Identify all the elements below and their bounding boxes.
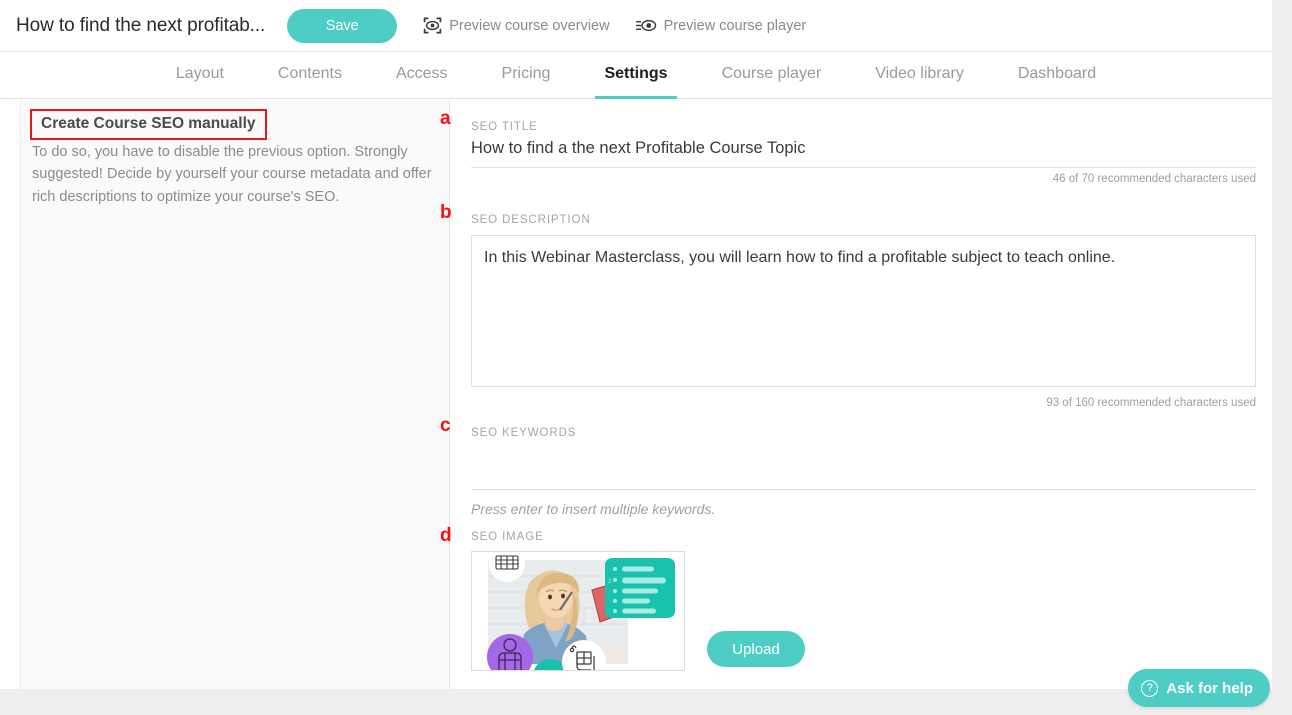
tab-pricing[interactable]: Pricing [475, 52, 578, 99]
tab-video-library[interactable]: Video library [848, 52, 991, 99]
seo-form: a SEO TITLE 46 of 70 recommended charact… [440, 99, 1272, 689]
seo-image-row: 2 Upload [471, 551, 805, 671]
top-bar: How to find the next profitab... Save Pr… [0, 0, 1272, 52]
seo-description-textarea[interactable] [471, 235, 1256, 387]
seo-description-label: SEO DESCRIPTION [471, 214, 591, 226]
seo-title-counter: 46 of 70 recommended characters used [1052, 173, 1256, 185]
ask-for-help-button[interactable]: ? Ask for help [1128, 669, 1270, 707]
tab-settings[interactable]: Settings [577, 52, 694, 99]
tab-access[interactable]: Access [369, 52, 475, 99]
question-mark-icon: ? [1141, 679, 1159, 697]
annotation-a: a [440, 108, 451, 129]
ask-for-help-label: Ask for help [1166, 679, 1253, 697]
seo-title-input[interactable] [471, 133, 1256, 168]
eye-in-frame-icon [423, 16, 442, 35]
preview-course-overview-button[interactable]: Preview course overview [423, 16, 610, 35]
page-title: How to find the next profitab... [16, 14, 266, 36]
annotation-c: c [440, 415, 451, 436]
tab-bar: Layout Contents Access Pricing Settings … [0, 52, 1272, 99]
upload-button[interactable]: Upload [707, 631, 805, 667]
tab-layout[interactable]: Layout [149, 52, 251, 99]
tab-dashboard[interactable]: Dashboard [991, 52, 1123, 99]
preview-course-player-button[interactable]: Preview course player [635, 17, 807, 34]
tab-course-player[interactable]: Course player [695, 52, 849, 99]
seo-title-label: SEO TITLE [471, 121, 538, 133]
seo-keywords-hint: Press enter to insert multiple keywords. [471, 501, 716, 517]
seo-keywords-label: SEO KEYWORDS [471, 427, 577, 439]
preview-course-player-label: Preview course player [663, 17, 807, 34]
create-course-seo-manually-heading: Create Course SEO manually [30, 109, 267, 140]
save-button[interactable]: Save [287, 8, 398, 43]
seo-keywords-input[interactable] [471, 439, 1256, 490]
app-root: How to find the next profitab... Save Pr… [0, 0, 1292, 715]
eye-lines-icon [635, 17, 657, 34]
svg-text:2: 2 [608, 578, 612, 585]
sidebar-description: To do so, you have to disable the previo… [32, 144, 432, 205]
annotation-d: d [440, 525, 452, 546]
annotation-b: b [440, 202, 452, 223]
seo-image-thumbnail[interactable]: 2 [471, 551, 685, 671]
settings-sidebar: Create Course SEO manually To do so, you… [20, 99, 450, 689]
seo-description-counter: 93 of 160 recommended characters used [1046, 397, 1256, 409]
tab-contents[interactable]: Contents [251, 52, 369, 99]
content-area: Create Course SEO manually To do so, you… [0, 99, 1272, 689]
seo-image-label: SEO IMAGE [471, 531, 544, 543]
preview-course-overview-label: Preview course overview [449, 17, 610, 34]
